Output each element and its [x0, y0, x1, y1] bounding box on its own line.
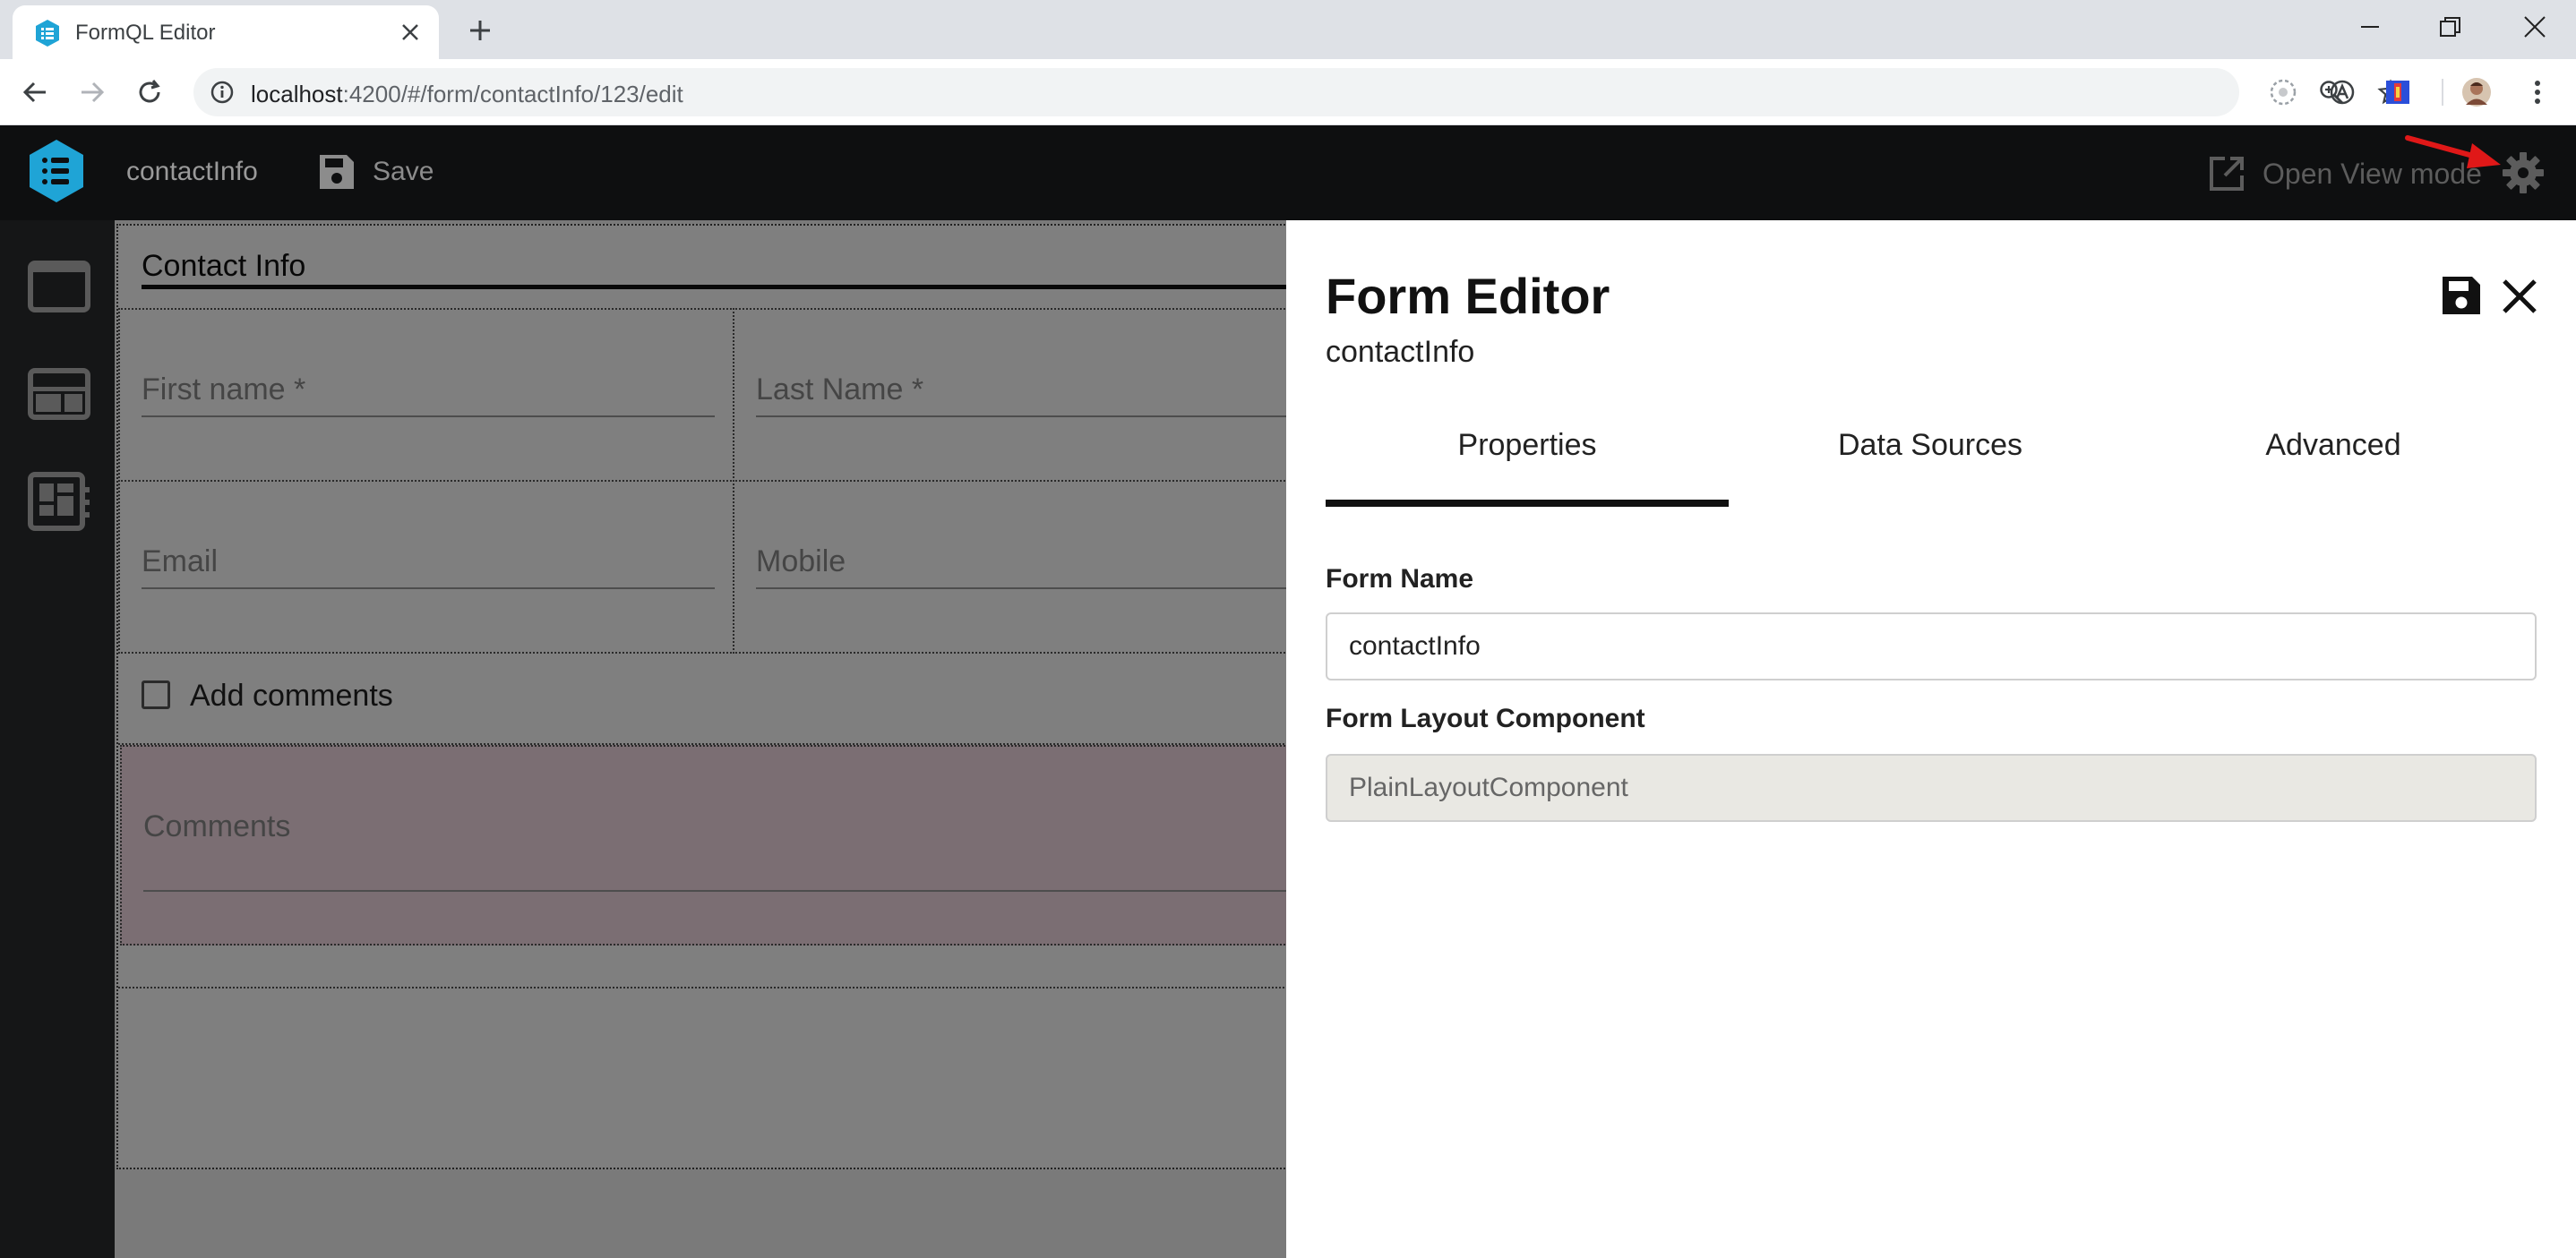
minimize-icon[interactable] — [2340, 0, 2400, 54]
form-layout-input[interactable]: PlainLayoutComponent — [1326, 754, 2537, 822]
extension-icon[interactable] — [2268, 77, 2298, 107]
close-window-icon[interactable] — [2504, 0, 2565, 54]
modal-backdrop[interactable] — [115, 220, 1286, 1258]
url-path: :4200/#/form/contactInfo/123/edit — [342, 81, 683, 107]
tab-close-icon[interactable] — [394, 16, 426, 48]
new-tab-plus-icon[interactable] — [462, 13, 498, 48]
forward-arrow-icon[interactable] — [72, 72, 113, 113]
form-name-input[interactable]: contactInfo — [1326, 612, 2537, 680]
drawer-close-icon[interactable] — [2499, 276, 2540, 317]
extension-a-icon[interactable] — [2327, 77, 2357, 107]
section-layout-icon[interactable] — [25, 360, 93, 428]
browser-menu-icon[interactable] — [2522, 77, 2553, 107]
browser-tab[interactable]: FormQL Editor — [13, 5, 439, 59]
reload-icon[interactable] — [129, 72, 170, 113]
header-form-name: contactInfo — [126, 157, 258, 186]
form-editor-drawer: Form Editor contactInfo Properties Data … — [1286, 220, 2576, 1258]
address-bar[interactable]: localhost:4200/#/form/contactInfo/123/ed… — [193, 68, 2404, 116]
drawer-title: Form Editor — [1326, 268, 1610, 324]
url-text[interactable]: localhost:4200/#/form/contactInfo/123/ed… — [251, 81, 683, 108]
save-label: Save — [373, 157, 434, 186]
form-name-label: Form Name — [1326, 564, 1474, 594]
restore-icon[interactable] — [2420, 0, 2481, 54]
annotation-arrow-icon — [2405, 135, 2501, 168]
app-header: contactInfo Save Open View mode — [0, 125, 2576, 220]
info-icon[interactable] — [210, 80, 235, 105]
components-grid-icon[interactable] — [25, 467, 93, 535]
back-arrow-icon[interactable] — [14, 72, 56, 113]
formql-logo-icon[interactable] — [27, 138, 86, 204]
toolbar-divider — [2442, 79, 2443, 106]
browser-tab-title: FormQL Editor — [75, 21, 216, 45]
drawer-subtitle: contactInfo — [1326, 335, 1475, 369]
url-host: localhost — [251, 81, 343, 107]
formql-favicon-icon — [36, 20, 59, 47]
browser-toolbar: localhost:4200/#/form/contactInfo/123/ed… — [0, 59, 2576, 125]
active-tab-indicator — [1326, 500, 1729, 507]
left-sidebar — [0, 220, 115, 1258]
save-floppy-icon — [320, 155, 354, 189]
tab-properties[interactable]: Properties — [1326, 421, 1729, 501]
drawer-save-icon[interactable] — [2440, 274, 2483, 317]
browser-tab-strip: FormQL Editor — [0, 0, 2576, 59]
tab-data-sources[interactable]: Data Sources — [1729, 421, 2132, 501]
tab-advanced[interactable]: Advanced — [2132, 421, 2535, 501]
extension-color-icon[interactable] — [2383, 77, 2413, 107]
form-layout-label: Form Layout Component — [1326, 704, 1645, 733]
header-save-button[interactable]: Save — [317, 150, 434, 193]
open-external-icon — [2210, 157, 2244, 191]
window-layout-icon[interactable] — [25, 252, 93, 321]
profile-avatar[interactable] — [2461, 77, 2492, 107]
